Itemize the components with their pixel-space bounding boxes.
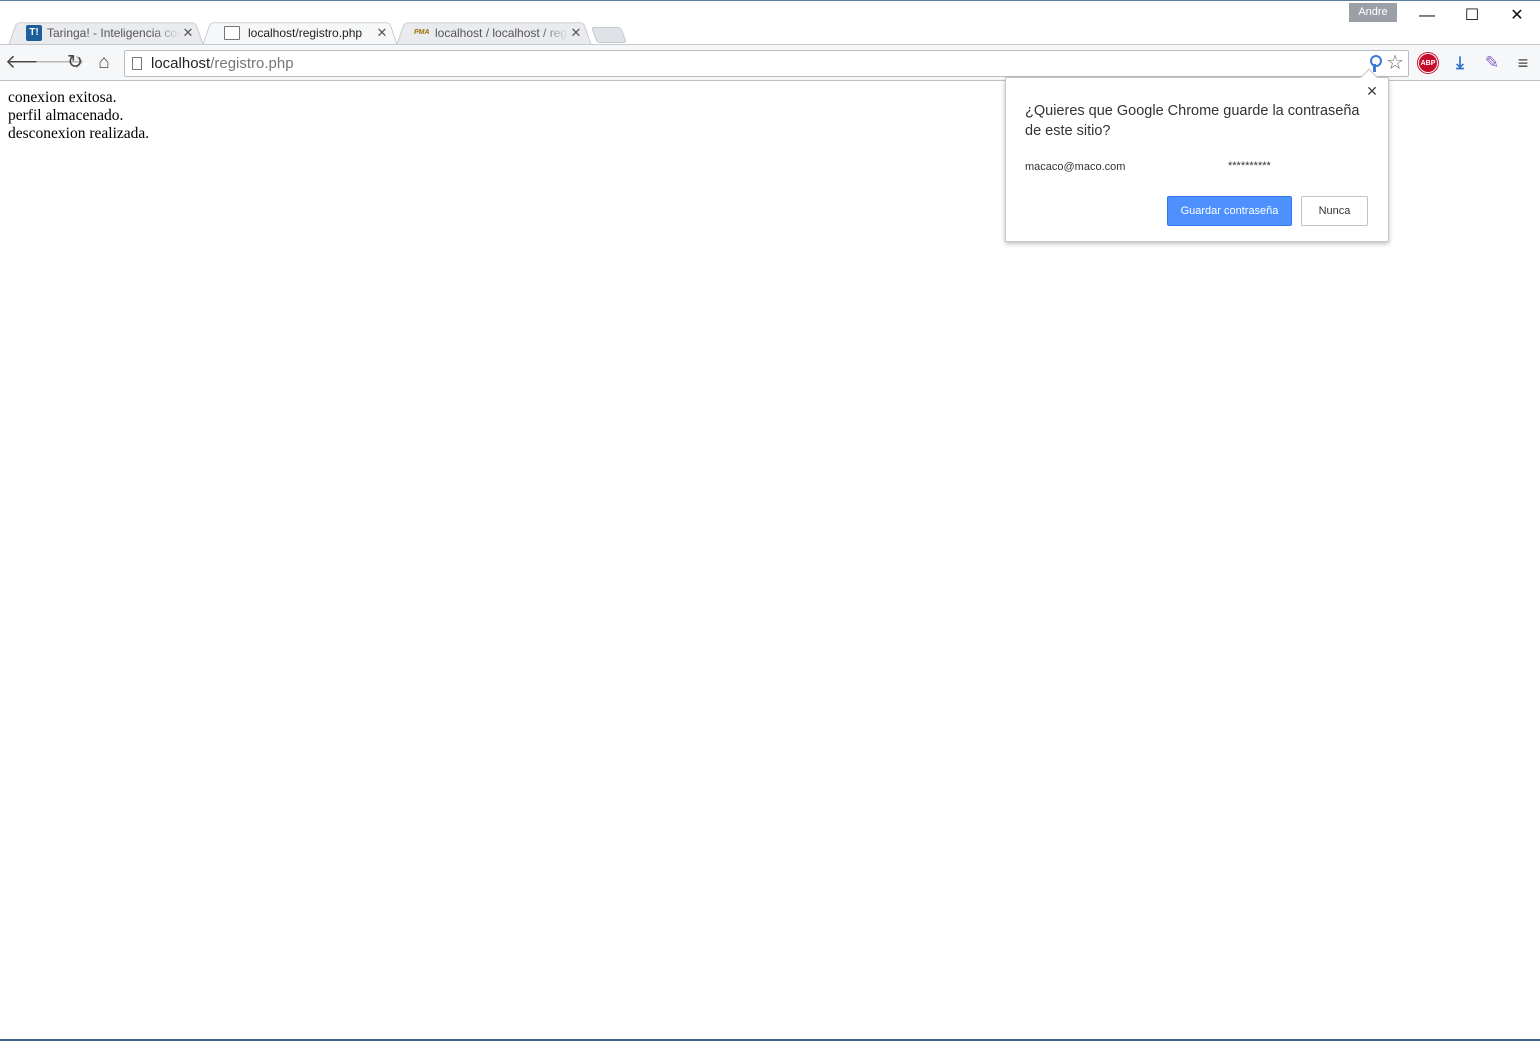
status-line: perfil almacenado.: [8, 107, 124, 124]
tab-close-icon[interactable]: ✕: [374, 25, 390, 41]
status-line: desconexion realizada.: [8, 125, 150, 142]
minimize-button[interactable]: —: [1404, 5, 1450, 27]
tab-title: localhost/registro.php: [248, 26, 363, 40]
new-tab-button[interactable]: [591, 27, 627, 43]
home-icon[interactable]: ⌂: [92, 51, 116, 75]
status-line: conexion exitosa.: [8, 89, 117, 106]
page-icon: [224, 26, 240, 40]
download-icon[interactable]: ⤓: [1450, 53, 1470, 73]
bubble-title: ¿Quieres que Google Chrome guarde la con…: [1025, 103, 1360, 139]
menu-icon[interactable]: ≡: [1513, 53, 1533, 73]
tab-taringa[interactable]: T! Taringa! - Inteligencia cole ✕: [8, 20, 204, 46]
close-window-button[interactable]: ✕: [1494, 5, 1540, 27]
back-icon[interactable]: 🡐: [5, 51, 56, 75]
star-icon[interactable]: ☆: [1386, 53, 1404, 73]
close-icon[interactable]: ✕: [1365, 83, 1379, 100]
maximize-button[interactable]: ☐: [1449, 5, 1495, 27]
tab-close-icon[interactable]: ✕: [568, 25, 584, 41]
tab-title: Taringa! - Inteligencia cole: [47, 26, 180, 40]
page-content: conexion exitosa. perfil almacenado. des…: [8, 89, 149, 143]
phpmyadmin-icon: PMA: [414, 29, 430, 36]
forward-icon[interactable]: 🡒: [34, 51, 85, 75]
taringa-icon: T!: [26, 25, 42, 41]
address-bar[interactable]: localhost/registro.php ☆: [124, 50, 1409, 77]
never-button[interactable]: Nunca: [1301, 196, 1368, 226]
feather-icon[interactable]: ✎: [1482, 53, 1502, 73]
tab-title: localhost / localhost / regi: [435, 26, 568, 40]
username-text: macaco@maco.com: [1025, 161, 1126, 173]
save-password-bubble: ✕ ¿Quieres que Google Chrome guarde la c…: [1005, 68, 1389, 242]
toolbar: 🡐 🡒 ↻ ⌂ localhost/registro.php ☆ ABP ⤓ ✎…: [0, 44, 1540, 81]
password-mask: **********: [1228, 160, 1271, 172]
save-password-button[interactable]: Guardar contraseña: [1167, 196, 1292, 226]
tab-phpmyadmin[interactable]: PMA localhost / localhost / regi ✕: [396, 20, 592, 46]
adblock-plus-icon[interactable]: ABP: [1418, 53, 1438, 73]
reload-icon[interactable]: ↻: [63, 51, 87, 75]
page-icon: [132, 57, 142, 70]
tab-registro[interactable]: localhost/registro.php ✕: [202, 20, 398, 46]
profile-button[interactable]: Andre: [1349, 3, 1397, 22]
tab-close-icon[interactable]: ✕: [180, 25, 196, 41]
url-text[interactable]: localhost/registro.php: [151, 55, 294, 72]
title-bar: T! Taringa! - Inteligencia cole ✕ localh…: [0, 0, 1540, 46]
